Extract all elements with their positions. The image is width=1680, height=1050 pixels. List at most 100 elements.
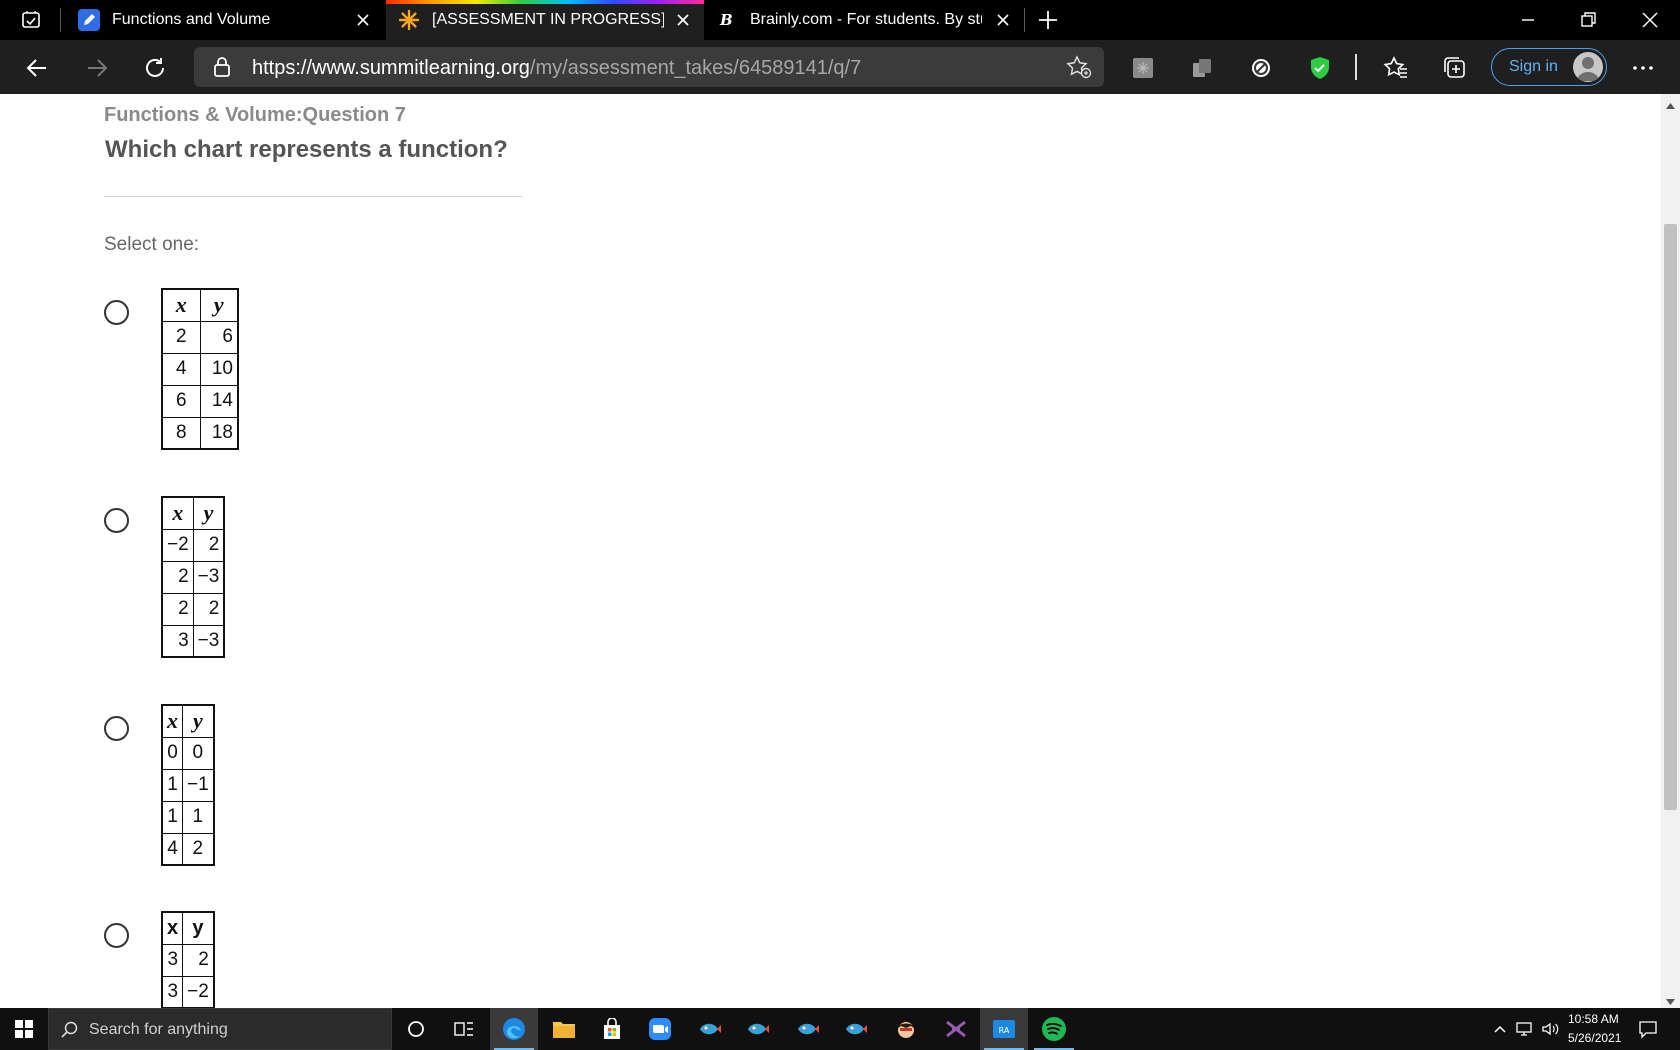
table-row: 00 — [161, 736, 215, 770]
radio-button[interactable] — [104, 300, 129, 325]
task-view-icon[interactable] — [440, 1008, 488, 1050]
table-cell: 2 — [182, 943, 215, 977]
table-cell: 3 — [161, 943, 184, 977]
page-content: Functions & Volume:Question 7 Which char… — [0, 94, 1661, 1008]
collections-icon[interactable] — [1442, 55, 1468, 81]
table-cell: 2 — [161, 560, 194, 594]
network-icon[interactable] — [1516, 1021, 1536, 1042]
app-fish-icon[interactable] — [734, 1008, 782, 1050]
tab-title: Functions and Volume — [112, 11, 271, 28]
page-scrollbar[interactable] — [1661, 94, 1680, 1008]
tab-actions-icon[interactable] — [14, 8, 48, 32]
tab-strip: Functions and Volume [ASSESSMENT IN PROG… — [0, 0, 1680, 40]
taskbar-search-box[interactable]: Search for anything — [48, 1008, 392, 1050]
close-icon[interactable] — [674, 11, 692, 29]
app-fish-icon[interactable] — [784, 1008, 832, 1050]
table-cell: 3 — [161, 975, 184, 1008]
close-window-icon[interactable] — [1638, 8, 1662, 32]
clock-time[interactable]: 10:58 AM — [1568, 1012, 1619, 1026]
table-cell: −2 — [182, 975, 215, 1008]
radio-button[interactable] — [104, 508, 129, 533]
table-header-y: y — [199, 288, 239, 322]
volume-icon[interactable] — [1541, 1021, 1561, 1042]
table-row: 3 −2 — [161, 975, 215, 1008]
restore-icon[interactable] — [1576, 8, 1600, 32]
extension-block-icon[interactable] — [1248, 55, 1274, 81]
sign-in-button[interactable]: Sign in — [1491, 48, 1607, 86]
notifications-icon[interactable] — [1638, 1019, 1658, 1044]
question-prompt: Which chart represents a function? — [105, 136, 508, 163]
table-row: 32 — [161, 943, 215, 977]
tab-separator — [60, 8, 61, 32]
divider — [104, 196, 522, 197]
table-cell: 2 — [192, 592, 225, 626]
edit-icon — [78, 9, 100, 31]
url-text: https://www.summitlearning.org/my/assess… — [252, 57, 861, 80]
app-x-icon[interactable] — [932, 1008, 980, 1050]
more-menu-icon[interactable] — [1630, 55, 1656, 81]
extension-puzzle-icon[interactable] — [1130, 55, 1156, 81]
scroll-down-icon[interactable] — [1665, 994, 1676, 1005]
lock-icon[interactable] — [212, 56, 232, 83]
table-row: 3 −3 — [161, 624, 225, 658]
table-cell: 3 — [161, 624, 194, 658]
table-cell: −3 — [192, 560, 225, 594]
avatar — [1573, 52, 1603, 82]
tab-assessment[interactable]: [ASSESSMENT IN PROGRESS] Summit Learning — [386, 0, 704, 40]
app-remote-icon[interactable]: RA — [980, 1008, 1028, 1050]
scroll-thumb[interactable] — [1664, 224, 1677, 810]
tab-title: [ASSESSMENT IN PROGRESS] Summit Learning — [432, 11, 664, 28]
tab-brainly[interactable]: B Brainly.com - For students. By student… — [706, 0, 1024, 40]
close-icon[interactable] — [994, 11, 1012, 29]
table-header-x: x — [161, 288, 201, 322]
forward-icon[interactable] — [84, 55, 110, 81]
store-icon[interactable] — [588, 1008, 636, 1050]
summit-sun-icon — [398, 9, 420, 31]
table-header-x: x — [161, 704, 183, 738]
table-cell: 1 — [161, 800, 183, 834]
table-cell: −3 — [192, 624, 225, 658]
toolbar-separator — [1355, 54, 1357, 80]
shield-icon[interactable] — [1307, 55, 1333, 81]
table-cell: 6 — [161, 384, 201, 418]
address-bar[interactable]: https://www.summitlearning.org/my/assess… — [194, 47, 1104, 87]
xy-table: xy −2 2 2 −3 22 3 −3 — [161, 496, 226, 658]
cortana-icon[interactable] — [392, 1008, 440, 1050]
spotify-icon[interactable] — [1030, 1008, 1078, 1050]
table-header-y: y — [182, 911, 215, 945]
favorites-icon[interactable] — [1383, 55, 1409, 81]
tab-functions-and-volume[interactable]: Functions and Volume — [66, 0, 384, 40]
edge-browser-icon[interactable] — [490, 1008, 538, 1050]
brainly-icon: B — [720, 11, 733, 29]
app-character-icon[interactable] — [882, 1008, 930, 1050]
table-header-x: x — [161, 496, 194, 530]
radio-button[interactable] — [104, 716, 129, 741]
clock-date[interactable]: 5/26/2021 — [1568, 1031, 1621, 1045]
add-favorite-icon[interactable] — [1066, 55, 1092, 84]
table-cell: 0 — [161, 736, 183, 770]
new-tab-icon[interactable] — [1036, 8, 1060, 32]
table-row: 1 −1 — [161, 768, 215, 802]
scroll-up-icon[interactable] — [1665, 98, 1676, 109]
table-cell: 1 — [161, 768, 183, 802]
url-path: /my/assessment_takes/64589141/q/7 — [529, 57, 862, 79]
table-cell: 2 — [161, 320, 201, 354]
app-fish-icon[interactable] — [686, 1008, 734, 1050]
tray-chevron-icon[interactable] — [1492, 1021, 1508, 1042]
radio-button[interactable] — [104, 923, 129, 948]
table-cell: 1 — [181, 800, 215, 834]
table-cell: 0 — [181, 736, 215, 770]
back-icon[interactable] — [24, 55, 50, 81]
table-row: 4 10 — [161, 352, 239, 386]
file-explorer-icon[interactable] — [540, 1008, 588, 1050]
table-cell: 18 — [199, 416, 239, 450]
refresh-icon[interactable] — [142, 55, 168, 81]
extension-copy-icon[interactable] — [1189, 55, 1215, 81]
app-fish-icon[interactable] — [832, 1008, 880, 1050]
table-row: −2 2 — [161, 528, 225, 562]
windows-start-icon[interactable] — [0, 1008, 48, 1050]
minimize-icon[interactable] — [1516, 8, 1540, 32]
zoom-icon[interactable] — [636, 1008, 684, 1050]
search-icon — [61, 1021, 79, 1044]
close-icon[interactable] — [354, 11, 372, 29]
